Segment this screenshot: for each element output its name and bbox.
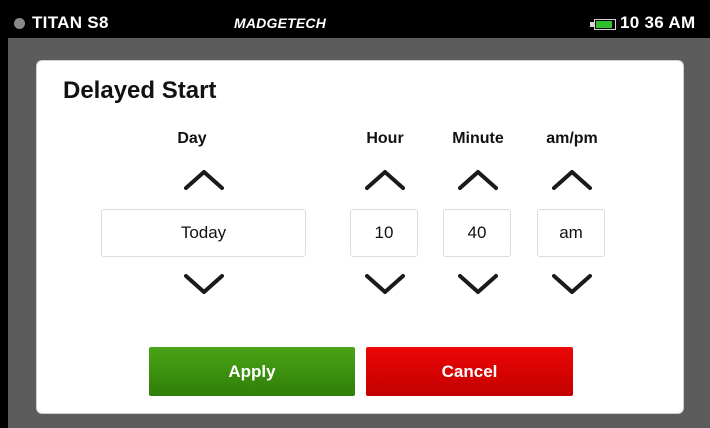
minute-label: Minute	[452, 130, 504, 147]
status-bar: TITAN S8 MADGETECH 10 36 AM	[8, 10, 710, 38]
ampm-label: am/pm	[546, 130, 598, 147]
clock: 10 36 AM	[620, 13, 696, 32]
hour-up-icon[interactable]	[364, 169, 406, 191]
ampm-value[interactable]: am	[537, 209, 605, 257]
cancel-button[interactable]: Cancel	[366, 347, 573, 396]
hour-down-icon[interactable]	[364, 273, 406, 295]
minute-down-icon[interactable]	[457, 273, 499, 295]
screen-area: Delayed Start Day Hour Minute am/pm Toda…	[8, 38, 710, 428]
apply-button[interactable]: Apply	[149, 347, 355, 396]
brand-logo: MADGETECH	[234, 15, 327, 31]
minute-value[interactable]: 40	[443, 209, 511, 257]
day-value[interactable]: Today	[101, 209, 306, 257]
status-indicator-icon	[14, 18, 25, 29]
ampm-up-icon[interactable]	[551, 169, 593, 191]
minute-up-icon[interactable]	[457, 169, 499, 191]
hour-label: Hour	[366, 130, 404, 147]
device-name: TITAN S8	[32, 13, 109, 32]
delayed-start-dialog: Delayed Start Day Hour Minute am/pm Toda…	[36, 60, 684, 414]
day-down-icon[interactable]	[183, 273, 225, 295]
day-label: Day	[177, 130, 207, 147]
dialog-title: Delayed Start	[63, 77, 217, 104]
battery-icon	[594, 19, 616, 30]
hour-value[interactable]: 10	[350, 209, 418, 257]
ampm-down-icon[interactable]	[551, 273, 593, 295]
device-frame: TITAN S8 MADGETECH 10 36 AM Delayed Star…	[0, 0, 710, 428]
battery-level	[596, 21, 612, 28]
day-up-icon[interactable]	[183, 169, 225, 191]
